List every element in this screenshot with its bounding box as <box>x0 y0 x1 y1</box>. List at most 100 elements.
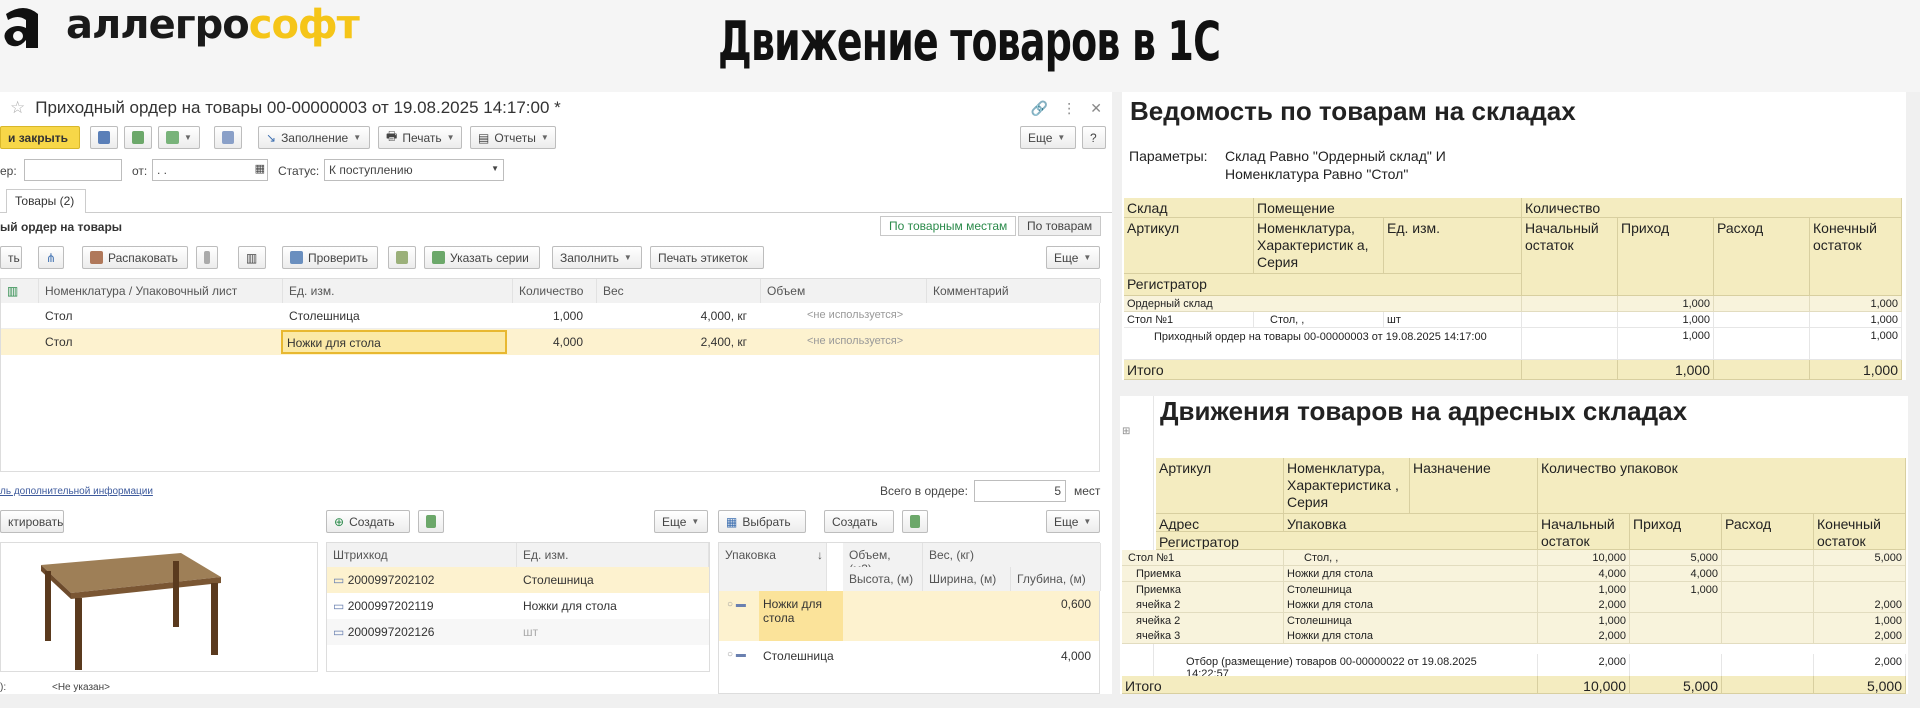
cell-unit: Столешница <box>523 573 594 587</box>
tab-goods[interactable]: Товары (2) <box>6 189 86 213</box>
cell-nomenclature: Стол, , <box>1254 312 1384 328</box>
table-row[interactable]: ▭ 2000997202126 шт <box>327 619 709 645</box>
calendar-icon[interactable]: ▦ <box>255 162 265 175</box>
cell-address: ячейка 2 <box>1122 612 1284 629</box>
cell-end: 5,000 <box>1814 550 1906 566</box>
cell-end <box>1814 566 1906 582</box>
cell-barcode: 2000997202126 <box>347 625 435 639</box>
table-row[interactable]: ▭ 2000997202102 Столешница <box>327 567 709 593</box>
link-icon[interactable]: 🔗 <box>1031 100 1048 117</box>
column-header[interactable]: Ед. изм. <box>283 279 513 303</box>
cell-start: 10,000 <box>1538 550 1630 566</box>
row-registrator[interactable]: Приходный ордер на товары 00-00000003 от… <box>1124 328 1522 360</box>
cell-start: 2,000 <box>1538 597 1630 614</box>
column-header[interactable]: Объем <box>761 279 927 303</box>
table-row[interactable]: Стол Ножки для стола 4,000 2,400, кг <не… <box>1 329 1099 355</box>
cell-unit[interactable]: Ножки для стола <box>281 330 507 354</box>
column-header[interactable]: Штрихкод <box>327 543 517 567</box>
post-icon <box>132 131 144 144</box>
cell-package: Ножки для стола <box>763 597 823 625</box>
toolbar-button-partial[interactable]: ть <box>0 246 22 269</box>
print-menu-button[interactable]: 🖶 Печать ▼ <box>378 126 462 149</box>
copy-package-button[interactable] <box>902 510 928 533</box>
number-field[interactable] <box>24 159 122 181</box>
seg-by-places[interactable]: По товарным местам <box>880 216 1017 236</box>
header-out: Расход <box>1722 514 1814 550</box>
table-row[interactable]: ○ ▬ Столешница 4,000 <box>719 643 1099 669</box>
expand-icon[interactable]: ⊞ <box>1122 426 1130 437</box>
stock-report: Ведомость по товарам на складах Параметр… <box>1122 92 1906 380</box>
header-pack-qty: Количество упаковок <box>1538 458 1906 514</box>
cell-in: 1,000 <box>1618 328 1714 360</box>
select-button[interactable]: ▦ Выбрать <box>718 510 806 533</box>
column-header[interactable]: Глубина, (м) <box>1011 567 1101 591</box>
column-header[interactable]: Объем, (м3) <box>843 543 923 576</box>
column-header[interactable]: Вес <box>597 279 761 303</box>
post-and-close-button[interactable]: и закрыть <box>0 126 80 149</box>
more-button[interactable]: Еще ▼ <box>1020 126 1076 149</box>
cell-end: 1,000 <box>1810 328 1902 360</box>
date-field[interactable]: . . ▦ <box>152 159 268 181</box>
help-button[interactable]: ? <box>1082 126 1106 149</box>
additional-info-link[interactable]: ль дополнительной информации <box>0 486 153 497</box>
table-row[interactable]: ○ ▬ Ножки для стола 0,600 <box>719 591 1099 641</box>
sort-desc-icon[interactable]: ↓ <box>811 543 827 567</box>
cell-nomenclature: Ножки для стола <box>1284 597 1538 614</box>
more-packages-button[interactable]: Еще ▼ <box>1046 510 1100 533</box>
print-labels-button[interactable]: Печать этикеток <box>650 246 764 269</box>
cell-volume: <не используется> <box>807 335 904 347</box>
unpack-button[interactable]: Распаковать <box>82 246 188 269</box>
reports-icon: ▤ <box>478 130 490 145</box>
cell-end: 1,000 <box>1810 296 1902 312</box>
share-button[interactable]: ⋔ <box>38 246 64 269</box>
structure-button[interactable] <box>214 126 242 149</box>
card-button[interactable] <box>388 246 416 269</box>
more-barcodes-button[interactable]: Еще ▼ <box>654 510 708 533</box>
column-header[interactable]: Номенклатура / Упаковочный лист <box>39 279 283 303</box>
create-package-button[interactable]: Создать <box>824 510 894 533</box>
column-header[interactable]: Ширина, (м) <box>923 567 1011 591</box>
barcode-column-icon: ▥ <box>7 284 19 298</box>
column-header[interactable]: Вес, (кг) <box>923 543 1101 567</box>
close-icon[interactable]: ✕ <box>1090 100 1102 117</box>
total-unit: мест <box>1074 484 1101 498</box>
save-button[interactable] <box>90 126 118 149</box>
favorite-star-icon[interactable]: ☆ <box>10 98 25 117</box>
create-based-button[interactable]: ▼ <box>158 126 200 149</box>
column-header[interactable]: Высота, (м) <box>843 567 923 591</box>
cell-address: ячейка 3 <box>1122 628 1284 645</box>
more-button-2[interactable]: Еще ▼ <box>1046 246 1100 269</box>
more-vert-icon[interactable]: ⋮ <box>1062 100 1076 117</box>
status-select[interactable]: К поступлению ▼ <box>324 159 504 181</box>
copy-barcode-button[interactable] <box>418 510 444 533</box>
allegrosoft-logo-icon <box>4 8 39 48</box>
table-row[interactable]: Стол Столешница 1,000 4,000, кг <не испо… <box>1 303 1099 329</box>
header-warehouse: Склад <box>1124 198 1254 218</box>
seg-by-goods[interactable]: По товарам <box>1018 216 1102 236</box>
create-barcode-button[interactable]: ⊕ Создать <box>326 510 410 533</box>
cell-depth: 4,000 <box>1060 649 1091 663</box>
column-icon-header: ▥ <box>1 279 39 303</box>
reports-menu-button[interactable]: ▤ Отчеты ▼ <box>470 126 556 149</box>
add-icon: ⊕ <box>334 514 345 529</box>
tab-divider <box>0 212 1112 213</box>
column-header[interactable]: Комментарий <box>927 279 1101 303</box>
scan-button[interactable]: ▥ <box>238 246 266 269</box>
cell-address: Приемка <box>1122 581 1284 598</box>
fill-menu-button[interactable]: ↘ Заполнение ▼ <box>258 126 370 149</box>
pack-button[interactable] <box>196 246 218 269</box>
cell-depth: 0,600 <box>1060 597 1091 611</box>
params-label: Параметры: <box>1129 148 1208 164</box>
table-row[interactable]: ▭ 2000997202119 Ножки для стола <box>327 593 709 619</box>
column-header[interactable]: Ед. изм. <box>517 543 709 567</box>
total-start: 10,000 <box>1538 676 1630 694</box>
total-label: Итого <box>1124 360 1522 380</box>
post-button[interactable] <box>124 126 152 149</box>
cell-start: 2,000 <box>1538 628 1630 645</box>
edit-button[interactable]: ктировать <box>0 510 64 533</box>
set-series-button[interactable]: Указать серии <box>424 246 540 269</box>
receipt-order-form: ☆ Приходный ордер на товары 00-00000003 о… <box>0 92 1112 694</box>
check-button[interactable]: Проверить <box>282 246 378 269</box>
column-header[interactable]: Количество <box>513 279 597 303</box>
fill-button[interactable]: Заполнить ▼ <box>552 246 642 269</box>
